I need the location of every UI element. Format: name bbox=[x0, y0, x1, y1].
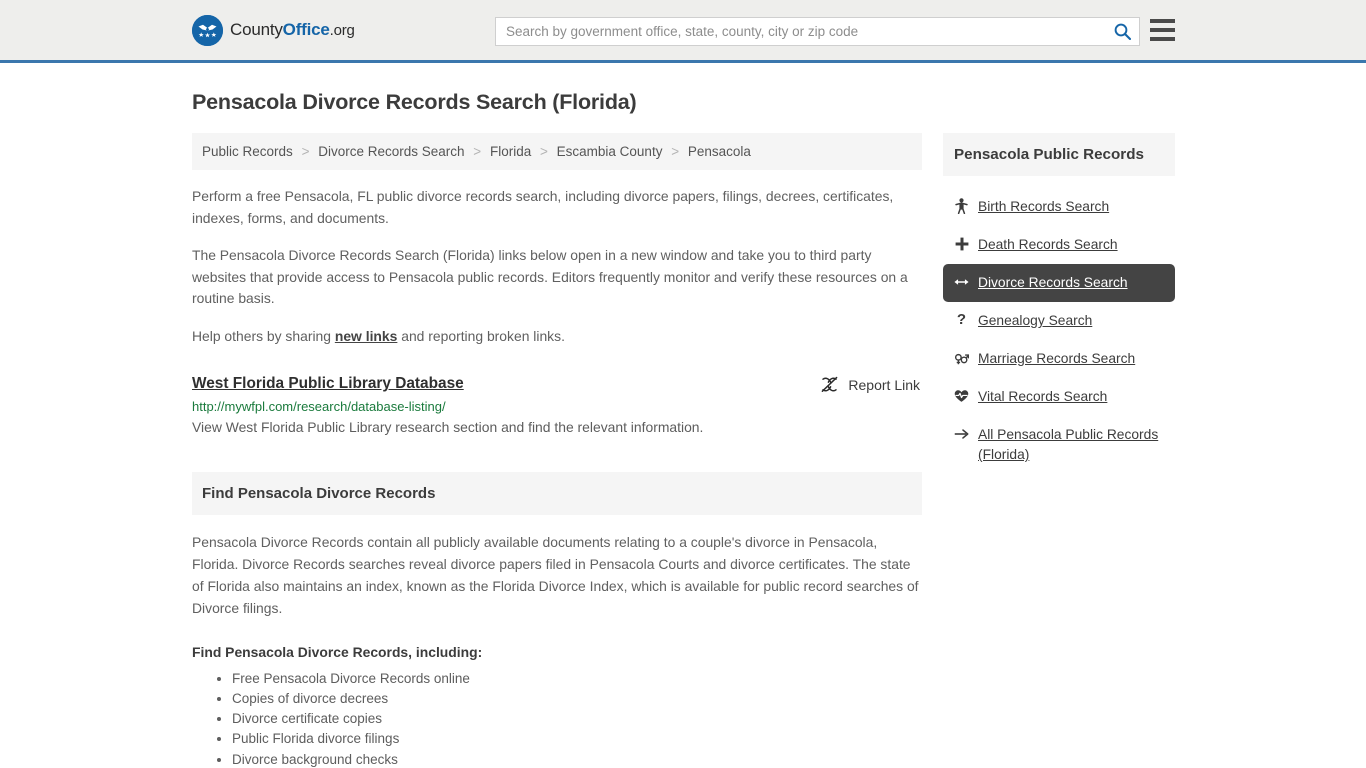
report-link-label: Report Link bbox=[848, 376, 920, 393]
sidebar-item-label: Marriage Records Search bbox=[978, 351, 1136, 366]
site-header: CountyOffice.org bbox=[0, 0, 1366, 63]
intro-paragraph-1: Perform a free Pensacola, FL public divo… bbox=[192, 188, 894, 226]
breadcrumb-item-divorce-records-search[interactable]: Divorce Records Search bbox=[318, 144, 464, 159]
share-text-before: Help others by sharing bbox=[192, 327, 335, 344]
breadcrumb-separator: > bbox=[301, 144, 310, 159]
list-item: Divorce background checks bbox=[232, 750, 922, 768]
venus-mars-icon bbox=[954, 349, 969, 367]
result-description: View West Florida Public Library researc… bbox=[192, 419, 704, 436]
list-item: Free Pensacola Divorce Records online bbox=[232, 669, 922, 689]
result-url[interactable]: http://mywfpl.com/research/database-list… bbox=[192, 399, 922, 414]
sidebar-item-birth-records-search[interactable]: Birth Records Search bbox=[943, 188, 1175, 226]
page-title: Pensacola Divorce Records Search (Florid… bbox=[192, 90, 637, 114]
section-subheading: Find Pensacola Divorce Records, includin… bbox=[192, 644, 483, 661]
sidebar-item-label: Genealogy Search bbox=[978, 313, 1093, 328]
breadcrumb-separator: > bbox=[473, 144, 482, 159]
result-header-row: West Florida Public Library Database Rep… bbox=[192, 375, 922, 393]
sidebar-item-label: Death Records Search bbox=[978, 237, 1118, 252]
arrow-right-icon bbox=[954, 425, 969, 443]
heart-pulse-icon bbox=[954, 387, 969, 405]
sidebar-item-vital-records-search[interactable]: Vital Records Search bbox=[943, 378, 1175, 416]
intro-paragraph-3: Help others by sharing new links and rep… bbox=[192, 326, 922, 348]
report-link-button[interactable]: Report Link bbox=[820, 376, 922, 393]
result-title-link[interactable]: West Florida Public Library Database bbox=[192, 375, 464, 393]
records-bullet-list: Free Pensacola Divorce Records online Co… bbox=[192, 669, 922, 768]
breadcrumb-item-florida[interactable]: Florida bbox=[490, 144, 531, 159]
content-columns: Public Records > Divorce Records Search … bbox=[192, 133, 1175, 768]
search-bar[interactable] bbox=[495, 17, 1140, 46]
page-container: Pensacola Divorce Records Search (Florid… bbox=[0, 90, 1366, 768]
intro-paragraph-2: The Pensacola Divorce Records Search (Fl… bbox=[192, 247, 908, 307]
list-item: Public Florida divorce filings bbox=[232, 729, 922, 749]
section-body-text: Pensacola Divorce Records contain all pu… bbox=[192, 534, 919, 617]
logo-text-county: County bbox=[230, 20, 283, 39]
question-mark-icon: ? bbox=[956, 311, 967, 329]
sidebar-item-marriage-records-search[interactable]: Marriage Records Search bbox=[943, 340, 1175, 378]
sidebar-item-all-public-records[interactable]: All Pensacola Public Records (Florida) bbox=[943, 416, 1175, 474]
sidebar-item-label: Divorce Records Search bbox=[978, 275, 1128, 290]
breadcrumb-separator: > bbox=[539, 144, 548, 159]
breadcrumb-item-pensacola[interactable]: Pensacola bbox=[688, 144, 751, 159]
breadcrumb-separator: > bbox=[671, 144, 680, 159]
broken-link-icon bbox=[822, 377, 838, 393]
baby-icon bbox=[954, 197, 969, 215]
logo-text-office: Office bbox=[282, 20, 330, 39]
breadcrumb: Public Records > Divorce Records Search … bbox=[192, 133, 922, 170]
main-column: Public Records > Divorce Records Search … bbox=[192, 133, 922, 768]
list-item: Copies of divorce decrees bbox=[232, 689, 922, 709]
hamburger-menu-icon[interactable] bbox=[1150, 19, 1175, 41]
sidebar-item-divorce-records-search[interactable]: Divorce Records Search bbox=[943, 264, 1175, 302]
cross-plus-icon bbox=[954, 235, 969, 253]
sidebar-heading: Pensacola Public Records bbox=[943, 133, 1175, 176]
search-icon bbox=[1114, 23, 1131, 40]
sidebar-item-label: Birth Records Search bbox=[978, 199, 1110, 214]
share-text-after: and reporting broken links. bbox=[397, 327, 565, 344]
search-button[interactable] bbox=[1105, 18, 1139, 45]
sidebar-list: Birth Records Search Death Records Searc… bbox=[943, 188, 1175, 474]
result-item: West Florida Public Library Database Rep… bbox=[192, 375, 922, 435]
section-heading: Find Pensacola Divorce Records bbox=[192, 472, 922, 516]
sidebar-item-label: Vital Records Search bbox=[978, 389, 1108, 404]
sidebar-item-death-records-search[interactable]: Death Records Search bbox=[943, 226, 1175, 264]
sidebar-item-label: All Pensacola Public Records (Florida) bbox=[978, 427, 1159, 462]
logo-text-org: .org bbox=[329, 22, 355, 39]
arrows-left-right-icon bbox=[954, 273, 969, 291]
site-logo[interactable]: CountyOffice.org bbox=[192, 14, 355, 46]
breadcrumb-item-public-records[interactable]: Public Records bbox=[202, 144, 293, 159]
breadcrumb-item-escambia-county[interactable]: Escambia County bbox=[557, 144, 663, 159]
list-item: Divorce certificate copies bbox=[232, 709, 922, 729]
sidebar-item-genealogy-search[interactable]: ? Genealogy Search bbox=[943, 302, 1175, 340]
site-logo-text: CountyOffice.org bbox=[230, 20, 355, 40]
sidebar: Pensacola Public Records Birth Records S… bbox=[943, 133, 1175, 768]
search-input[interactable] bbox=[496, 18, 1105, 45]
new-links-link[interactable]: new links bbox=[335, 328, 398, 344]
eagle-shield-logo-icon bbox=[192, 14, 223, 46]
